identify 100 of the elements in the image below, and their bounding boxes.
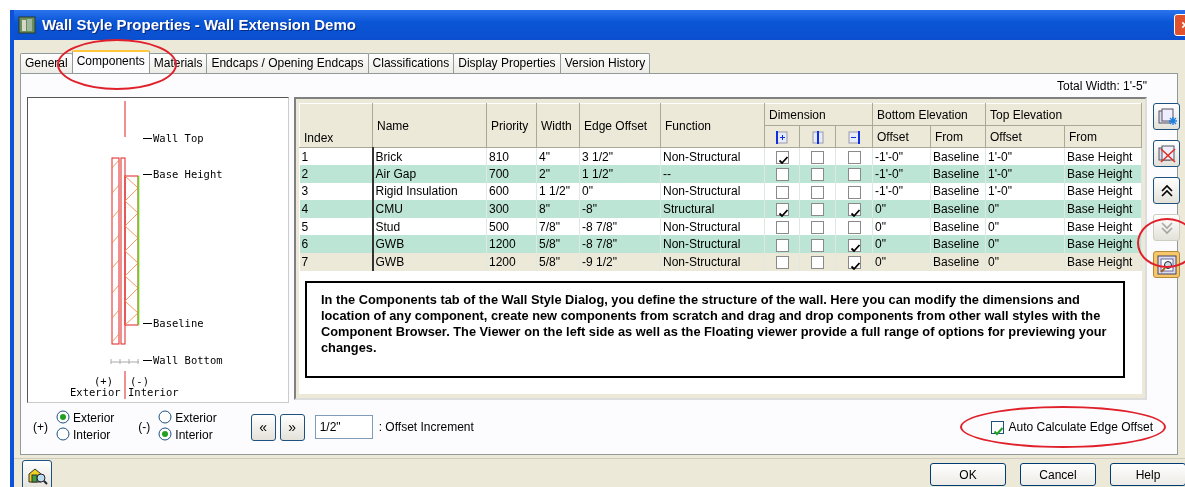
checkbox[interactable]: [811, 150, 824, 164]
table-cell: 300: [489, 202, 510, 217]
tab[interactable]: Display Properties: [453, 53, 561, 73]
nav-button[interactable]: »: [279, 413, 305, 441]
delete-icon: [1155, 142, 1178, 165]
checkbox[interactable]: [811, 238, 824, 252]
table-cell: 1200: [489, 237, 516, 252]
table-cell: 8": [539, 202, 550, 217]
row-index: 6: [301, 237, 309, 252]
table-cell: Baseline: [933, 237, 980, 252]
table-cell: -9 1/2": [582, 254, 617, 269]
dimension-icon: [809, 129, 826, 145]
checkbox[interactable]: [811, 168, 824, 182]
checkbox-label[interactable]: Auto Calculate Edge Offset: [1008, 418, 1153, 436]
dimension-icon: [846, 129, 862, 145]
checkbox[interactable]: [775, 203, 789, 217]
column-header[interactable]: Edge Offset: [579, 103, 661, 148]
radio-button[interactable]: Interior: [56, 427, 115, 444]
checkbox[interactable]: [847, 203, 861, 217]
table-cell: 1'-0": [988, 184, 1012, 199]
table-cell: Baseline: [933, 202, 980, 217]
column-header[interactable]: Name: [372, 103, 487, 148]
table-cell: 0": [875, 254, 886, 269]
add-icon: [1155, 105, 1178, 128]
tab[interactable]: Endcaps / Opening Endcaps: [206, 53, 369, 73]
table-cell: 0": [875, 237, 886, 252]
table-cell: -8 7/8": [582, 237, 617, 252]
checkbox[interactable]: [847, 168, 861, 182]
table-cell: 2": [539, 166, 550, 181]
side-label: (-): [130, 375, 149, 387]
table-cell: -1'-0": [875, 149, 903, 164]
field-label: : Offset Increment: [378, 419, 474, 436]
row-index: 7: [301, 254, 309, 269]
table-cell: Rigid Insulation: [375, 184, 458, 199]
table-cell: Base Height: [1067, 166, 1133, 181]
table-cell: Base Height: [1067, 202, 1133, 217]
table-cell: 1200: [489, 254, 516, 269]
checkbox[interactable]: [811, 221, 824, 234]
column-header[interactable]: Function: [660, 103, 765, 148]
checkbox[interactable]: [847, 221, 861, 234]
table-cell: Non-Structural: [663, 149, 741, 164]
checkbox[interactable]: [991, 420, 1005, 434]
radio-button[interactable]: Exterior: [158, 410, 217, 427]
nav-button[interactable]: «: [250, 413, 276, 441]
side-label: (+): [94, 375, 113, 387]
dialog-button[interactable]: Help: [1110, 463, 1185, 486]
checkbox[interactable]: [775, 150, 789, 164]
tab[interactable]: Components: [71, 50, 150, 73]
table-cell: 0": [875, 202, 886, 217]
checkbox[interactable]: [847, 185, 861, 199]
side-label: (+): [33, 419, 48, 436]
browser-icon: [1155, 253, 1178, 276]
offset-increment-field[interactable]: 1/2": [314, 415, 373, 439]
checkbox[interactable]: [847, 150, 861, 164]
table-cell: -8 7/8": [582, 219, 617, 234]
checkbox[interactable]: [775, 185, 789, 199]
checkbox[interactable]: [775, 168, 789, 182]
table-cell: 1 1/2": [539, 184, 570, 199]
checkbox[interactable]: [811, 256, 824, 270]
info-note: In the Components tab of the Wall Style Dialog, you define the structure of the wall. Here you can modify the dimensions and location of any component, create new components from scratch and drag and drop components from other wall styles with the Component Browser. The Viewer on the left side as well as the Floating viewer provide a full range of options for previewing your changes.: [305, 280, 1125, 378]
checkbox[interactable]: [811, 185, 824, 199]
tab[interactable]: Version History: [559, 53, 651, 73]
table-cell: 600: [489, 184, 510, 199]
toolbar-button[interactable]: [1153, 140, 1181, 167]
dialog-button[interactable]: Cancel: [1020, 463, 1096, 486]
table-cell: -1'-0": [875, 184, 903, 199]
checkbox[interactable]: [775, 256, 789, 270]
checkbox[interactable]: [775, 238, 789, 252]
checkbox[interactable]: [811, 203, 824, 217]
row-index: 2: [301, 166, 309, 181]
radio-button[interactable]: Exterior: [56, 410, 115, 427]
dialog-button[interactable]: OK: [930, 463, 1006, 486]
column-header[interactable]: Width: [536, 103, 580, 148]
row-index: 4: [301, 202, 309, 217]
toolbar-button[interactable]: [1153, 177, 1181, 204]
table-cell: 700: [489, 166, 510, 181]
checkbox[interactable]: [847, 256, 861, 270]
column-group-header: Bottom Elevation: [872, 103, 986, 126]
checkbox[interactable]: [775, 221, 789, 234]
radio-button[interactable]: Interior: [158, 427, 217, 444]
table-cell: CMU: [375, 202, 403, 217]
level-label: Wall Top: [142, 132, 204, 144]
toolbar-button[interactable]: [1153, 103, 1181, 130]
column-group-header: Top Elevation: [985, 103, 1142, 126]
table-cell: 7/8": [539, 219, 560, 234]
table-cell: GWB: [375, 237, 405, 252]
tab[interactable]: Classifications: [367, 53, 455, 73]
table-cell: 500: [489, 219, 510, 234]
column-header[interactable]: Index: [299, 103, 373, 148]
table-cell: Base Height: [1067, 219, 1133, 234]
table-cell: Baseline: [933, 219, 980, 234]
table-cell: Baseline: [933, 166, 980, 181]
table-cell: 1'-0": [988, 166, 1012, 181]
table-cell: 810: [489, 149, 510, 164]
row-index: 3: [301, 184, 309, 199]
level-label: Wall Bottom: [142, 354, 223, 366]
viewer-button[interactable]: [22, 459, 52, 487]
column-header[interactable]: Priority: [486, 103, 537, 148]
column-group-header: Dimension: [764, 103, 873, 126]
checkbox[interactable]: [847, 238, 861, 252]
